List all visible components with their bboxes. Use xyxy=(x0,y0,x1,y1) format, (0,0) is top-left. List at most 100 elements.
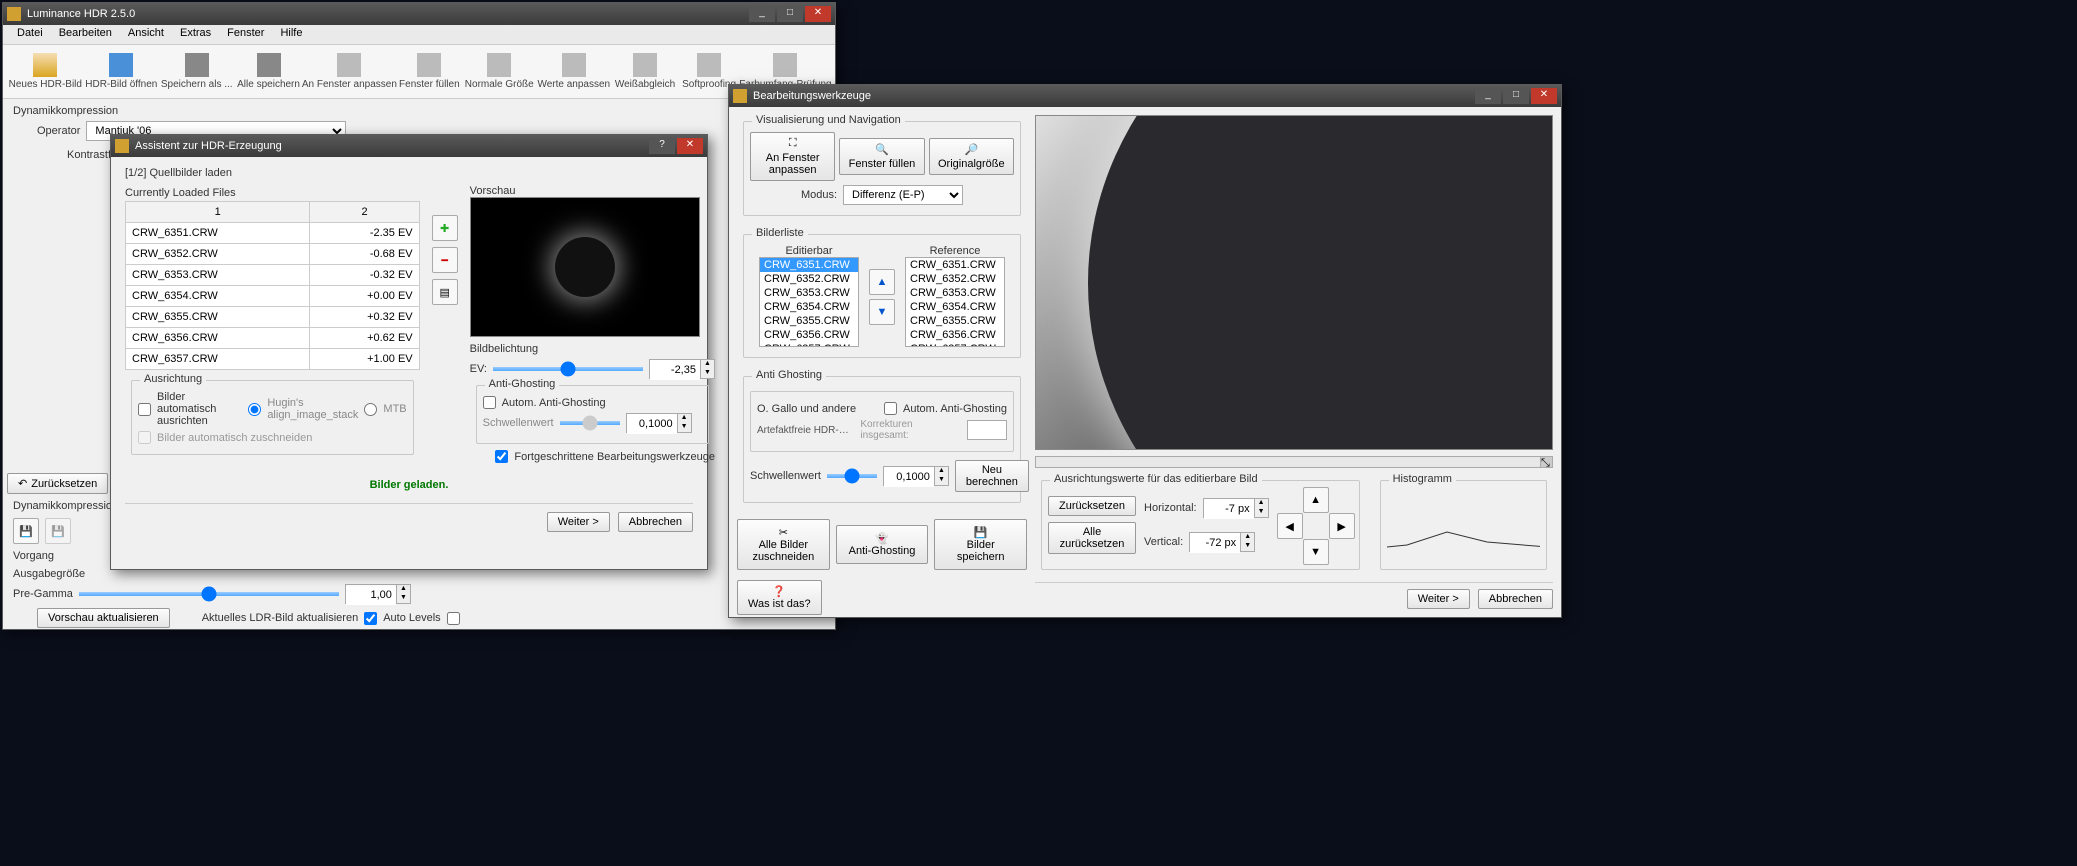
minimize-button[interactable]: _ xyxy=(749,6,775,22)
tb-saveas[interactable]: Speichern als ... xyxy=(159,51,234,92)
list-item[interactable]: CRW_6353.CRW xyxy=(906,286,1004,300)
tb-fill[interactable]: Fenster füllen xyxy=(396,51,463,92)
nudge-left[interactable]: ◀ xyxy=(1277,513,1303,539)
save-icon-button[interactable]: 💾 xyxy=(13,518,39,544)
ev-spin[interactable]: ▲▼ xyxy=(649,359,715,379)
list-item[interactable]: CRW_6356.CRW xyxy=(906,328,1004,342)
menu-window[interactable]: Fenster xyxy=(219,25,272,44)
list-item[interactable]: CRW_6352.CRW xyxy=(906,272,1004,286)
recalc-button[interactable]: Neu berechnen xyxy=(955,460,1029,492)
wizard-cancel-button[interactable]: Abbrechen xyxy=(618,512,693,532)
file-row[interactable]: CRW_6357.CRW+1.00 EV xyxy=(126,349,420,370)
maximize-button[interactable]: □ xyxy=(777,6,803,22)
tools-next-button[interactable]: Weiter > xyxy=(1407,589,1470,609)
menu-view[interactable]: Ansicht xyxy=(120,25,172,44)
nudge-up[interactable]: ▲ xyxy=(1303,487,1329,513)
tools-max-button[interactable]: □ xyxy=(1503,88,1529,104)
wizard-close-button[interactable]: ✕ xyxy=(677,138,703,154)
file-row[interactable]: CRW_6352.CRW-0.68 EV xyxy=(126,244,420,265)
wizard-help-button[interactable]: ? xyxy=(649,138,675,154)
resetall-button[interactable]: Alle zurücksetzen xyxy=(1048,522,1136,554)
list-item[interactable]: CRW_6352.CRW xyxy=(760,272,858,286)
list-item[interactable]: CRW_6357.CRW xyxy=(760,342,858,347)
tb-wb[interactable]: Weißabgleich xyxy=(612,51,679,92)
list-item[interactable]: CRW_6351.CRW xyxy=(760,258,858,272)
list-item[interactable]: CRW_6351.CRW xyxy=(906,258,1004,272)
file-row[interactable]: CRW_6351.CRW-2.35 EV xyxy=(126,223,420,244)
move-up-button[interactable]: ▲ xyxy=(869,269,895,295)
col1[interactable]: 1 xyxy=(126,202,310,223)
reset-button2[interactable]: Zurücksetzen xyxy=(1048,496,1136,516)
thresh-spin2[interactable]: ▲▼ xyxy=(883,466,949,486)
nudge-right[interactable]: ▶ xyxy=(1329,513,1355,539)
tb-open[interactable]: HDR-Bild öffnen xyxy=(84,51,160,92)
ag-button[interactable]: 👻Anti-Ghosting xyxy=(836,525,929,564)
reset-button[interactable]: ↶Zurücksetzen xyxy=(7,473,108,494)
clear-files-button[interactable]: ▤ xyxy=(432,279,458,305)
tb-fit[interactable]: An Fenster anpassen xyxy=(303,51,396,92)
preview-update-button[interactable]: Vorschau aktualisieren xyxy=(37,608,170,628)
big-preview[interactable] xyxy=(1035,115,1553,450)
list-item[interactable]: CRW_6355.CRW xyxy=(760,314,858,328)
hscrollbar[interactable]: ⤡ xyxy=(1035,456,1553,468)
corr-input[interactable] xyxy=(967,420,1007,440)
list-item[interactable]: CRW_6354.CRW xyxy=(760,300,858,314)
main-titlebar[interactable]: Luminance HDR 2.5.0 _ □ ✕ xyxy=(3,3,835,25)
tools-cancel-button[interactable]: Abbrechen xyxy=(1478,589,1553,609)
tb-saveall[interactable]: Alle speichern xyxy=(234,51,302,92)
thresh-slider2[interactable] xyxy=(827,474,877,478)
pregamma-slider[interactable] xyxy=(79,592,339,596)
tools-min-button[interactable]: _ xyxy=(1475,88,1501,104)
list-item[interactable]: CRW_6353.CRW xyxy=(760,286,858,300)
fill-button[interactable]: 🔍Fenster füllen xyxy=(839,138,924,175)
move-down-button[interactable]: ▼ xyxy=(869,299,895,325)
nudge-down[interactable]: ▼ xyxy=(1303,539,1329,565)
horiz-spin[interactable]: ▲▼ xyxy=(1203,498,1269,518)
ev-slider[interactable] xyxy=(493,367,643,371)
file-row[interactable]: CRW_6355.CRW+0.32 EV xyxy=(126,307,420,328)
hugin-radio[interactable] xyxy=(248,403,261,416)
add-file-button[interactable]: ✚ xyxy=(432,215,458,241)
autolevels-check[interactable] xyxy=(447,612,460,625)
tb-new[interactable]: Neues HDR-Bild xyxy=(7,51,84,92)
cropall-button[interactable]: ✂Alle Bilder zuschneiden xyxy=(737,519,830,570)
saveimgs-button[interactable]: 💾Bilder speichern xyxy=(934,519,1027,570)
thresh-spin[interactable]: ▲▼ xyxy=(626,413,692,433)
tb-adjust[interactable]: Werte anpassen xyxy=(536,51,612,92)
fit-button[interactable]: ⛶An Fenster anpassen xyxy=(750,132,835,181)
ldr-update-check[interactable] xyxy=(364,612,377,625)
adv-check[interactable] xyxy=(495,450,508,463)
resize-grip[interactable]: ⤡ xyxy=(1540,457,1552,467)
tb-normal[interactable]: Normale Größe xyxy=(463,51,536,92)
pregamma-spin[interactable]: ▲▼ xyxy=(345,584,411,604)
menu-help[interactable]: Hilfe xyxy=(272,25,310,44)
menu-file[interactable]: Datei xyxy=(9,25,51,44)
auto-ag-check2[interactable] xyxy=(884,402,897,415)
list-item[interactable]: CRW_6357.CRW xyxy=(906,342,1004,347)
save2-icon-button[interactable]: 💾 xyxy=(45,518,71,544)
auto-align-check[interactable] xyxy=(138,403,151,416)
auto-ag-check[interactable] xyxy=(483,396,496,409)
file-row[interactable]: CRW_6353.CRW-0.32 EV xyxy=(126,265,420,286)
remove-file-button[interactable]: ━ xyxy=(432,247,458,273)
mtb-radio[interactable] xyxy=(364,403,377,416)
whatsthis-button[interactable]: ❓Was ist das? xyxy=(737,580,822,615)
close-button[interactable]: ✕ xyxy=(805,6,831,22)
menu-extras[interactable]: Extras xyxy=(172,25,219,44)
tools-titlebar[interactable]: Bearbeitungswerkzeuge _ □ ✕ xyxy=(729,85,1561,107)
menu-edit[interactable]: Bearbeiten xyxy=(51,25,120,44)
wizard-next-button[interactable]: Weiter > xyxy=(547,512,610,532)
orig-button[interactable]: 🔎Originalgröße xyxy=(929,138,1014,175)
file-row[interactable]: CRW_6354.CRW+0.00 EV xyxy=(126,286,420,307)
wizard-titlebar[interactable]: Assistent zur HDR-Erzeugung ? ✕ xyxy=(111,135,707,157)
tools-close-button[interactable]: ✕ xyxy=(1531,88,1557,104)
col2[interactable]: 2 xyxy=(310,202,419,223)
list-item[interactable]: CRW_6354.CRW xyxy=(906,300,1004,314)
file-row[interactable]: CRW_6356.CRW+0.62 EV xyxy=(126,328,420,349)
list-item[interactable]: CRW_6356.CRW xyxy=(760,328,858,342)
vert-spin[interactable]: ▲▼ xyxy=(1189,532,1255,552)
reference-list[interactable]: CRW_6351.CRW CRW_6352.CRW CRW_6353.CRW C… xyxy=(905,257,1005,347)
mode-select[interactable]: Differenz (E-P) xyxy=(843,185,963,205)
editable-list[interactable]: CRW_6351.CRW CRW_6352.CRW CRW_6353.CRW C… xyxy=(759,257,859,347)
list-item[interactable]: CRW_6355.CRW xyxy=(906,314,1004,328)
